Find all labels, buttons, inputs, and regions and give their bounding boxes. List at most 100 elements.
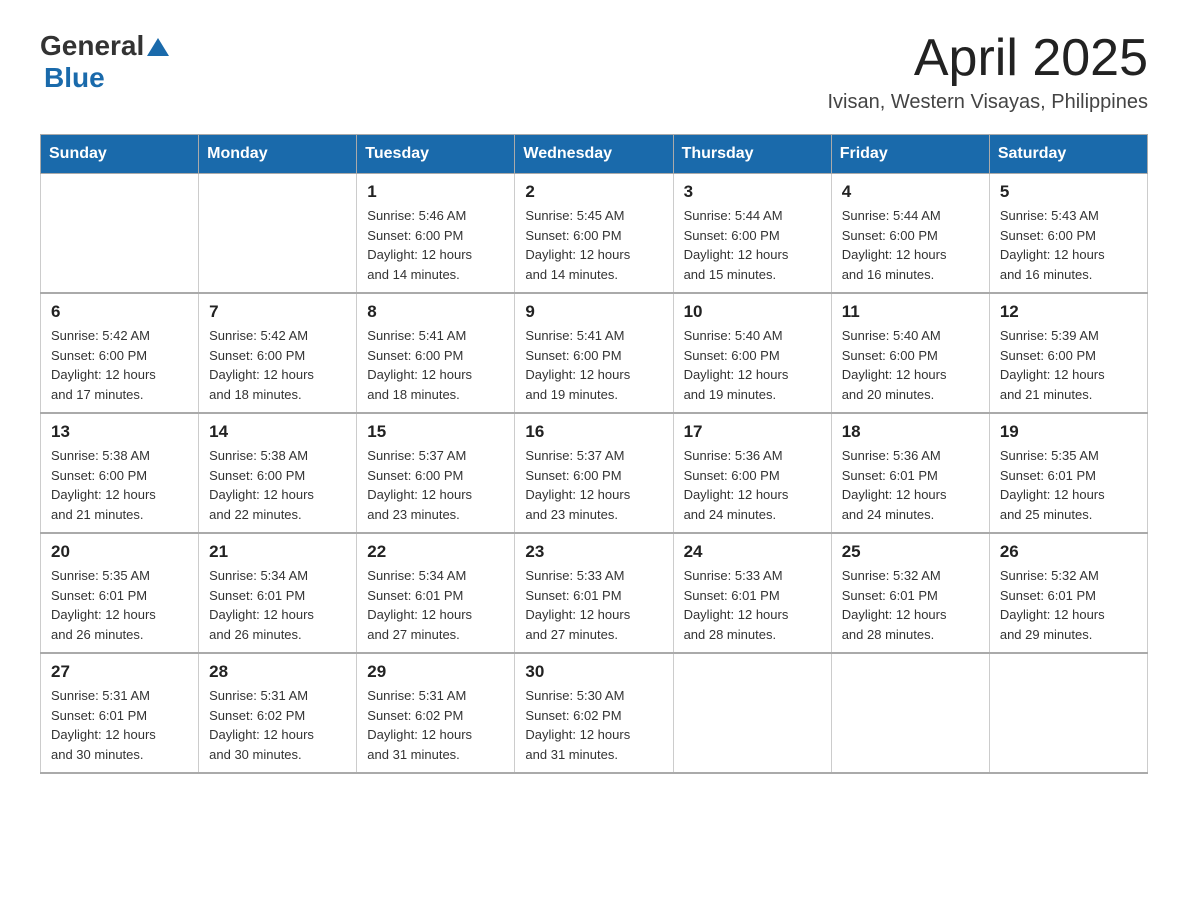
calendar-cell: 7 Sunrise: 5:42 AM Sunset: 6:00 PM Daylig… [199, 293, 357, 413]
day-number: 6 [51, 302, 188, 322]
day-info: Sunrise: 5:35 AM Sunset: 6:01 PM Dayligh… [1000, 446, 1137, 524]
calendar-table: SundayMondayTuesdayWednesdayThursdayFrid… [40, 134, 1148, 774]
col-header-sunday: Sunday [41, 135, 199, 174]
calendar-cell [673, 653, 831, 773]
day-info: Sunrise: 5:33 AM Sunset: 6:01 PM Dayligh… [684, 566, 821, 644]
calendar-cell: 17 Sunrise: 5:36 AM Sunset: 6:00 PM Dayli… [673, 413, 831, 533]
day-number: 23 [525, 542, 662, 562]
day-number: 26 [1000, 542, 1137, 562]
calendar-cell: 12 Sunrise: 5:39 AM Sunset: 6:00 PM Dayli… [989, 293, 1147, 413]
calendar-cell: 22 Sunrise: 5:34 AM Sunset: 6:01 PM Dayli… [357, 533, 515, 653]
day-info: Sunrise: 5:40 AM Sunset: 6:00 PM Dayligh… [684, 326, 821, 404]
col-header-friday: Friday [831, 135, 989, 174]
day-info: Sunrise: 5:36 AM Sunset: 6:00 PM Dayligh… [684, 446, 821, 524]
day-number: 24 [684, 542, 821, 562]
col-header-tuesday: Tuesday [357, 135, 515, 174]
day-info: Sunrise: 5:32 AM Sunset: 6:01 PM Dayligh… [842, 566, 979, 644]
day-number: 2 [525, 182, 662, 202]
day-number: 30 [525, 662, 662, 682]
calendar-cell: 28 Sunrise: 5:31 AM Sunset: 6:02 PM Dayli… [199, 653, 357, 773]
day-info: Sunrise: 5:44 AM Sunset: 6:00 PM Dayligh… [842, 206, 979, 284]
col-header-wednesday: Wednesday [515, 135, 673, 174]
day-number: 13 [51, 422, 188, 442]
location: Ivisan, Western Visayas, Philippines [827, 91, 1148, 114]
calendar-cell: 3Sunrise: 5:44 AM Sunset: 6:00 PM Daylig… [673, 174, 831, 294]
calendar-cell: 13 Sunrise: 5:38 AM Sunset: 6:00 PM Dayli… [41, 413, 199, 533]
calendar-cell [41, 174, 199, 294]
day-info: Sunrise: 5:35 AM Sunset: 6:01 PM Dayligh… [51, 566, 188, 644]
day-number: 16 [525, 422, 662, 442]
page-header: General Blue April 2025 Ivisan, Western … [40, 30, 1148, 114]
day-number: 22 [367, 542, 504, 562]
day-info: Sunrise: 5:46 AM Sunset: 6:00 PM Dayligh… [367, 206, 504, 284]
day-number: 3 [684, 182, 821, 202]
day-number: 27 [51, 662, 188, 682]
calendar-cell: 8Sunrise: 5:41 AM Sunset: 6:00 PM Daylig… [357, 293, 515, 413]
day-number: 21 [209, 542, 346, 562]
calendar-cell: 5Sunrise: 5:43 AM Sunset: 6:00 PM Daylig… [989, 174, 1147, 294]
calendar-cell [831, 653, 989, 773]
day-info: Sunrise: 5:42 AM Sunset: 6:00 PM Dayligh… [209, 326, 346, 404]
day-number: 11 [842, 302, 979, 322]
day-number: 12 [1000, 302, 1137, 322]
day-info: Sunrise: 5:31 AM Sunset: 6:01 PM Dayligh… [51, 686, 188, 764]
header-right: April 2025 Ivisan, Western Visayas, Phil… [827, 30, 1148, 114]
day-number: 5 [1000, 182, 1137, 202]
calendar-cell: 11Sunrise: 5:40 AM Sunset: 6:00 PM Dayli… [831, 293, 989, 413]
calendar-cell: 1 Sunrise: 5:46 AM Sunset: 6:00 PM Daylig… [357, 174, 515, 294]
calendar-week-row: 27 Sunrise: 5:31 AM Sunset: 6:01 PM Dayli… [41, 653, 1148, 773]
day-info: Sunrise: 5:30 AM Sunset: 6:02 PM Dayligh… [525, 686, 662, 764]
day-info: Sunrise: 5:37 AM Sunset: 6:00 PM Dayligh… [367, 446, 504, 524]
calendar-cell: 16 Sunrise: 5:37 AM Sunset: 6:00 PM Dayli… [515, 413, 673, 533]
calendar-cell: 19Sunrise: 5:35 AM Sunset: 6:01 PM Dayli… [989, 413, 1147, 533]
day-number: 8 [367, 302, 504, 322]
day-number: 28 [209, 662, 346, 682]
calendar-cell: 23 Sunrise: 5:33 AM Sunset: 6:01 PM Dayli… [515, 533, 673, 653]
logo: General Blue [40, 30, 169, 94]
month-title: April 2025 [827, 30, 1148, 87]
col-header-thursday: Thursday [673, 135, 831, 174]
calendar-cell: 2Sunrise: 5:45 AM Sunset: 6:00 PM Daylig… [515, 174, 673, 294]
calendar-cell: 30 Sunrise: 5:30 AM Sunset: 6:02 PM Dayli… [515, 653, 673, 773]
calendar-cell: 29 Sunrise: 5:31 AM Sunset: 6:02 PM Dayli… [357, 653, 515, 773]
day-number: 25 [842, 542, 979, 562]
day-info: Sunrise: 5:32 AM Sunset: 6:01 PM Dayligh… [1000, 566, 1137, 644]
logo-triangle-icon [147, 36, 169, 58]
logo-blue-text: Blue [44, 62, 105, 93]
day-info: Sunrise: 5:31 AM Sunset: 6:02 PM Dayligh… [367, 686, 504, 764]
calendar-cell: 9Sunrise: 5:41 AM Sunset: 6:00 PM Daylig… [515, 293, 673, 413]
day-number: 14 [209, 422, 346, 442]
calendar-cell: 20Sunrise: 5:35 AM Sunset: 6:01 PM Dayli… [41, 533, 199, 653]
day-number: 10 [684, 302, 821, 322]
calendar-week-row: 6 Sunrise: 5:42 AM Sunset: 6:00 PM Daylig… [41, 293, 1148, 413]
calendar-cell: 10 Sunrise: 5:40 AM Sunset: 6:00 PM Dayli… [673, 293, 831, 413]
day-number: 18 [842, 422, 979, 442]
day-number: 7 [209, 302, 346, 322]
day-number: 17 [684, 422, 821, 442]
day-info: Sunrise: 5:37 AM Sunset: 6:00 PM Dayligh… [525, 446, 662, 524]
col-header-monday: Monday [199, 135, 357, 174]
logo-general-text: General [40, 30, 144, 62]
calendar-cell [989, 653, 1147, 773]
day-info: Sunrise: 5:38 AM Sunset: 6:00 PM Dayligh… [209, 446, 346, 524]
calendar-week-row: 13 Sunrise: 5:38 AM Sunset: 6:00 PM Dayli… [41, 413, 1148, 533]
day-info: Sunrise: 5:34 AM Sunset: 6:01 PM Dayligh… [367, 566, 504, 644]
day-number: 15 [367, 422, 504, 442]
calendar-cell: 4Sunrise: 5:44 AM Sunset: 6:00 PM Daylig… [831, 174, 989, 294]
calendar-header-row: SundayMondayTuesdayWednesdayThursdayFrid… [41, 135, 1148, 174]
day-info: Sunrise: 5:42 AM Sunset: 6:00 PM Dayligh… [51, 326, 188, 404]
day-info: Sunrise: 5:31 AM Sunset: 6:02 PM Dayligh… [209, 686, 346, 764]
day-number: 1 [367, 182, 504, 202]
day-info: Sunrise: 5:33 AM Sunset: 6:01 PM Dayligh… [525, 566, 662, 644]
calendar-cell: 25 Sunrise: 5:32 AM Sunset: 6:01 PM Dayli… [831, 533, 989, 653]
day-number: 29 [367, 662, 504, 682]
calendar-cell: 26 Sunrise: 5:32 AM Sunset: 6:01 PM Dayli… [989, 533, 1147, 653]
day-info: Sunrise: 5:38 AM Sunset: 6:00 PM Dayligh… [51, 446, 188, 524]
calendar-week-row: 1 Sunrise: 5:46 AM Sunset: 6:00 PM Daylig… [41, 174, 1148, 294]
day-info: Sunrise: 5:41 AM Sunset: 6:00 PM Dayligh… [525, 326, 662, 404]
calendar-cell: 27 Sunrise: 5:31 AM Sunset: 6:01 PM Dayli… [41, 653, 199, 773]
calendar-cell: 6 Sunrise: 5:42 AM Sunset: 6:00 PM Daylig… [41, 293, 199, 413]
day-info: Sunrise: 5:39 AM Sunset: 6:00 PM Dayligh… [1000, 326, 1137, 404]
calendar-cell: 15 Sunrise: 5:37 AM Sunset: 6:00 PM Dayli… [357, 413, 515, 533]
day-info: Sunrise: 5:34 AM Sunset: 6:01 PM Dayligh… [209, 566, 346, 644]
